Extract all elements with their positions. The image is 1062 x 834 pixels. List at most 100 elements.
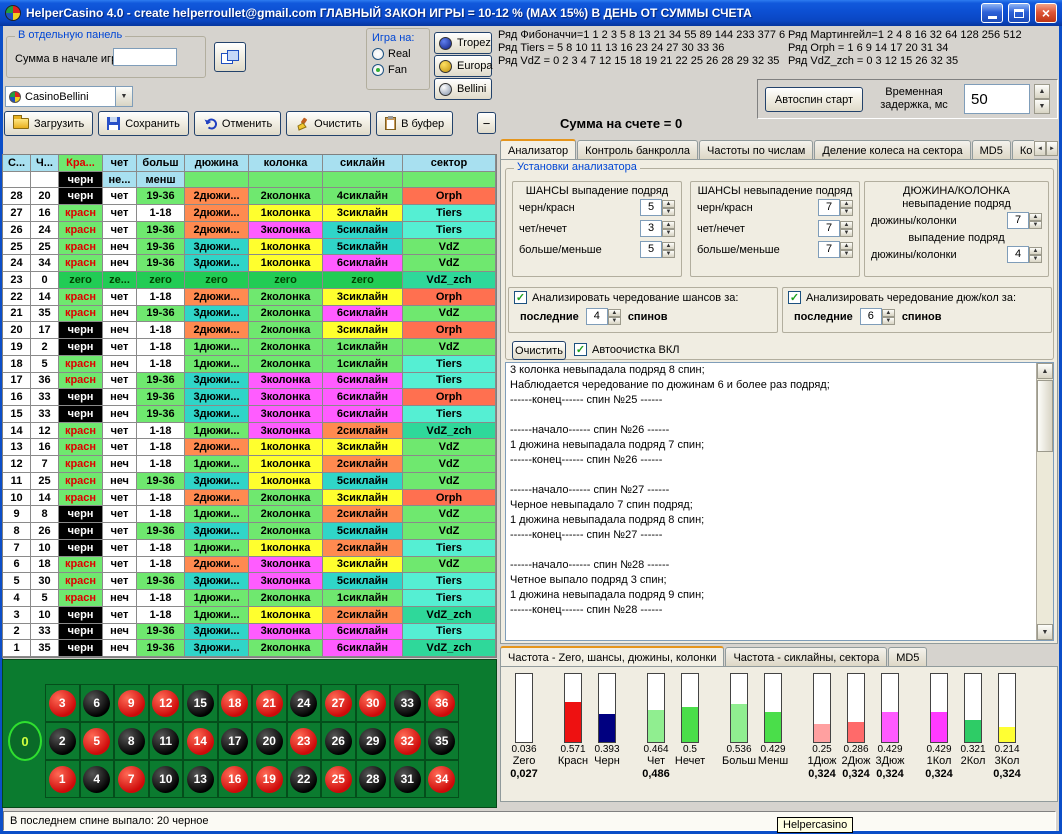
board-cell-6[interactable]: 6: [80, 684, 115, 722]
spin-up-icon[interactable]: ▲: [662, 200, 675, 208]
tab-bankroll-control[interactable]: Контроль банкролла: [577, 140, 698, 160]
spin-down-icon[interactable]: ▼: [662, 208, 675, 216]
board-cell-2[interactable]: 2: [45, 722, 80, 760]
board-cell-0[interactable]: 0: [8, 721, 42, 761]
dozen-alternation-checkbox[interactable]: ✓: [788, 291, 801, 304]
scroll-thumb[interactable]: [1037, 380, 1053, 452]
minimize-button[interactable]: [981, 3, 1003, 23]
load-button[interactable]: Загрузить: [4, 111, 93, 136]
spin-up-icon[interactable]: ▲: [662, 242, 675, 250]
spin-down-icon[interactable]: ▼: [662, 229, 675, 237]
undo-button[interactable]: Отменить: [194, 111, 281, 136]
board-cell-34[interactable]: 34: [425, 760, 460, 798]
tab-freq-chances[interactable]: Частота - Zero, шансы, дюжины, колонки: [500, 646, 724, 666]
board-cell-5[interactable]: 5: [80, 722, 115, 760]
spin-down-icon[interactable]: ▼: [882, 317, 895, 325]
stepper[interactable]: 5▲▼: [640, 199, 675, 216]
radio-fan[interactable]: Fan: [372, 64, 424, 76]
board-cell-22[interactable]: 22: [287, 760, 322, 798]
board-cell-32[interactable]: 32: [390, 722, 425, 760]
board-cell-7[interactable]: 7: [114, 760, 149, 798]
board-cell-24[interactable]: 24: [287, 684, 322, 722]
spin-down-icon[interactable]: ▼: [840, 229, 853, 237]
radio-real[interactable]: Real: [372, 48, 424, 60]
spin-down-icon[interactable]: ▼: [662, 250, 675, 258]
stepper[interactable]: 7▲▼: [818, 199, 853, 216]
board-cell-29[interactable]: 29: [356, 722, 391, 760]
tab-scroll-right-icon[interactable]: ►: [1046, 141, 1058, 156]
dozen-hit-stepper[interactable]: 4 ▲▼: [1007, 246, 1042, 263]
board-cell-8[interactable]: 8: [114, 722, 149, 760]
spin-up-icon[interactable]: ▲: [882, 309, 895, 317]
board-cell-1[interactable]: 1: [45, 760, 80, 798]
stepper[interactable]: 5▲▼: [640, 241, 675, 258]
spin-up-icon[interactable]: ▲: [1029, 213, 1042, 221]
spin-up-icon[interactable]: ▲: [840, 221, 853, 229]
log-scrollbar[interactable]: ▲ ▼: [1036, 363, 1053, 640]
spin-up-icon[interactable]: ▲: [1034, 84, 1050, 99]
stepper[interactable]: 7▲▼: [818, 241, 853, 258]
maximize-button[interactable]: [1008, 3, 1030, 23]
title-bar[interactable]: HelperCasino 4.0 - create helperroullet@…: [0, 0, 1062, 26]
spin-down-icon[interactable]: ▼: [1034, 99, 1050, 114]
board-cell-36[interactable]: 36: [425, 684, 460, 722]
board-cell-25[interactable]: 25: [321, 760, 356, 798]
spin-down-icon[interactable]: ▼: [608, 317, 621, 325]
tab-wheel-sectors[interactable]: Деление колеса на сектора: [814, 140, 970, 160]
collapse-button[interactable]: −: [477, 112, 496, 134]
casino-button-bellini[interactable]: Bellini: [434, 78, 492, 100]
board-cell-31[interactable]: 31: [390, 760, 425, 798]
close-button[interactable]: ×: [1035, 3, 1057, 23]
board-cell-9[interactable]: 9: [114, 684, 149, 722]
copy-to-buffer-button[interactable]: В буфер: [376, 111, 453, 136]
chances-alternation-checkbox[interactable]: ✓: [514, 291, 527, 304]
save-button[interactable]: Сохранить: [98, 111, 189, 136]
dozen-spins-stepper[interactable]: 6 ▲▼: [860, 308, 895, 325]
spin-down-icon[interactable]: ▼: [840, 208, 853, 216]
spin-up-icon[interactable]: ▲: [662, 221, 675, 229]
board-cell-26[interactable]: 26: [321, 722, 356, 760]
spin-up-icon[interactable]: ▲: [1029, 247, 1042, 255]
board-cell-3[interactable]: 3: [45, 684, 80, 722]
tab-md5[interactable]: MD5: [972, 140, 1011, 160]
delay-input[interactable]: [964, 84, 1030, 114]
casino-select[interactable]: CasinoBellini ▼: [5, 86, 133, 107]
board-cell-14[interactable]: 14: [183, 722, 218, 760]
stepper[interactable]: 7▲▼: [818, 220, 853, 237]
tab-freq-md5[interactable]: MD5: [888, 647, 927, 666]
board-cell-30[interactable]: 30: [356, 684, 391, 722]
tab-clipped[interactable]: Ко: [1012, 140, 1034, 160]
tab-scroll-left-icon[interactable]: ◄: [1034, 141, 1046, 156]
autoclear-checkbox[interactable]: ✓: [574, 343, 587, 356]
board-cell-18[interactable]: 18: [218, 684, 253, 722]
scroll-down-icon[interactable]: ▼: [1037, 624, 1053, 640]
board-cell-10[interactable]: 10: [149, 760, 184, 798]
dozen-miss-stepper[interactable]: 7 ▲▼: [1007, 212, 1042, 229]
tab-analyzer[interactable]: Анализатор: [500, 139, 576, 160]
board-cell-16[interactable]: 16: [218, 760, 253, 798]
dropdown-arrow-icon[interactable]: ▼: [115, 87, 132, 106]
board-cell-4[interactable]: 4: [80, 760, 115, 798]
board-cell-35[interactable]: 35: [425, 722, 460, 760]
board-cell-15[interactable]: 15: [183, 684, 218, 722]
board-cell-23[interactable]: 23: [287, 722, 322, 760]
board-cell-19[interactable]: 19: [252, 760, 287, 798]
board-cell-27[interactable]: 27: [321, 684, 356, 722]
spin-down-icon[interactable]: ▼: [1029, 255, 1042, 263]
stepper[interactable]: 3▲▼: [640, 220, 675, 237]
board-cell-20[interactable]: 20: [252, 722, 287, 760]
casino-button-tropez[interactable]: Tropez: [434, 32, 492, 54]
spin-up-icon[interactable]: ▲: [608, 309, 621, 317]
board-cell-13[interactable]: 13: [183, 760, 218, 798]
tab-number-frequencies[interactable]: Частоты по числам: [699, 140, 813, 160]
casino-button-europa[interactable]: Europa: [434, 55, 492, 77]
clear-analyzer-button[interactable]: Очистить: [512, 341, 566, 360]
detach-panel-button[interactable]: [214, 42, 246, 72]
spin-down-icon[interactable]: ▼: [840, 250, 853, 258]
delay-stepper[interactable]: ▲ ▼: [1034, 84, 1050, 114]
board-cell-17[interactable]: 17: [218, 722, 253, 760]
start-sum-input[interactable]: [113, 48, 177, 66]
spin-up-icon[interactable]: ▲: [840, 200, 853, 208]
tab-freq-sixlines[interactable]: Частота - сиклайны, сектора: [725, 647, 887, 666]
board-cell-28[interactable]: 28: [356, 760, 391, 798]
